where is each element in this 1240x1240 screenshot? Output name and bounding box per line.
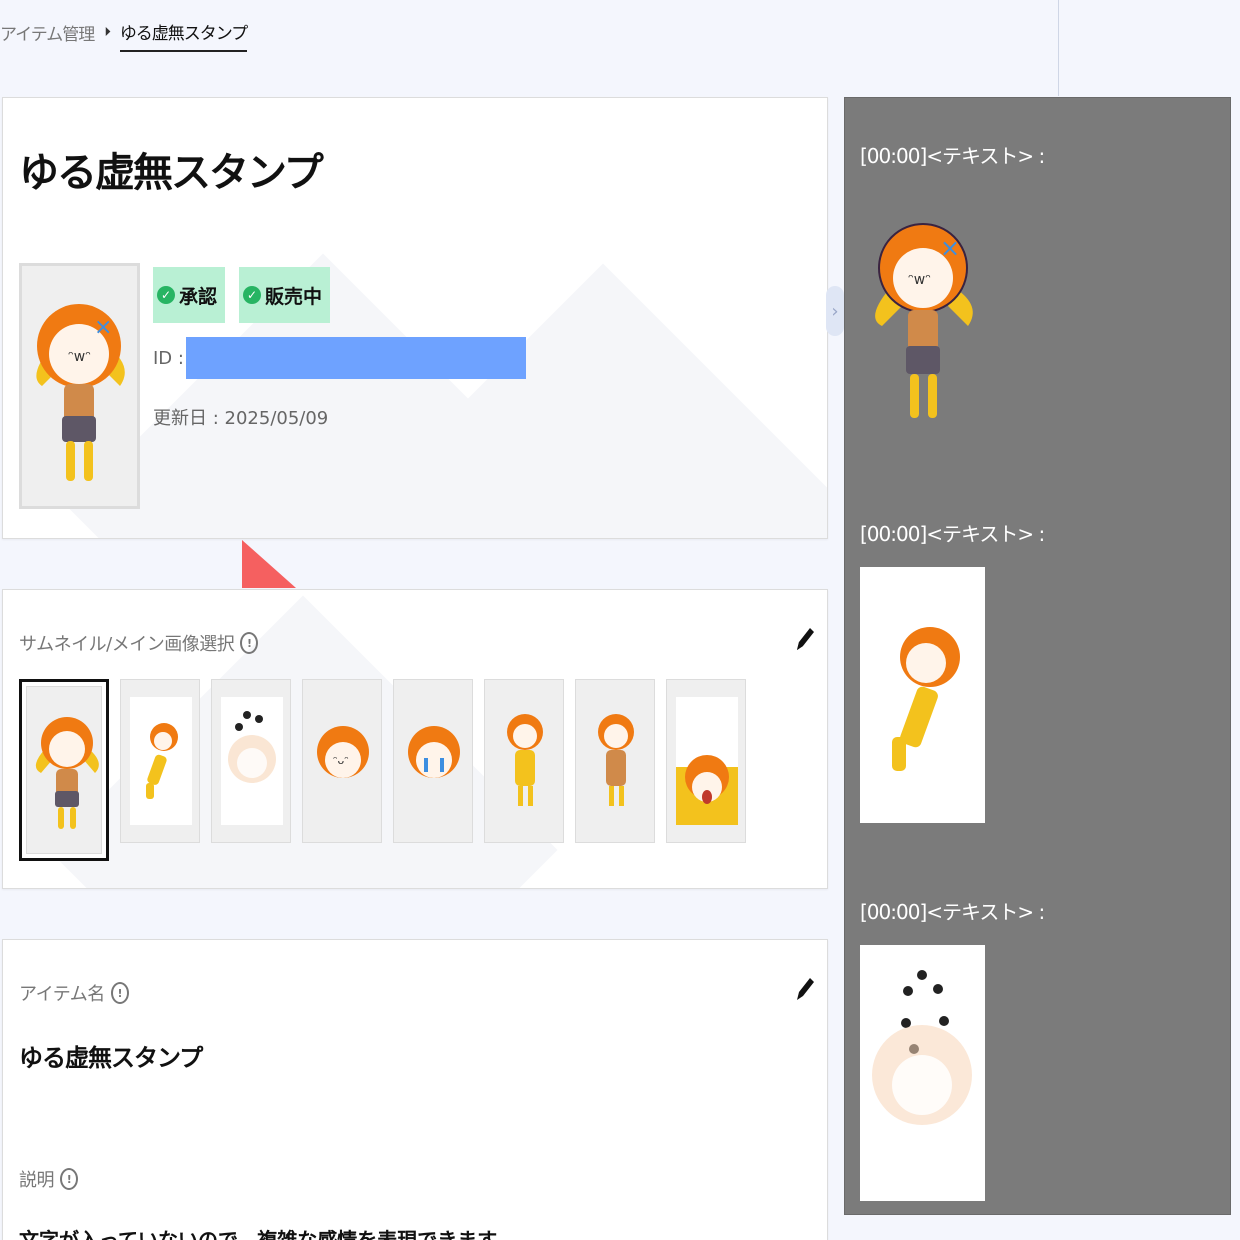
thumbnail-image bbox=[598, 714, 634, 806]
thumbnail-item[interactable] bbox=[666, 679, 746, 843]
breadcrumb-item-management[interactable]: アイテム管理 bbox=[0, 20, 95, 45]
description-value: 文字が入っていないので、複雑な感情を表現できます。 bbox=[19, 1228, 516, 1240]
badge-label: 販売中 bbox=[265, 285, 323, 308]
page-title: ゆる虚無スタンプ bbox=[19, 150, 324, 196]
updated-date: 更新日 : 2025/05/09 bbox=[153, 408, 329, 429]
item-name-card: アイテム名 ! ゆる虚無スタンプ 説明 ! 文字が入っていないので、複雑な感情を… bbox=[2, 939, 828, 1240]
item-name-value: ゆる虚無スタンプ bbox=[19, 1044, 203, 1072]
item-name-section-label: アイテム名 ! bbox=[19, 980, 129, 1006]
pencil-icon[interactable] bbox=[793, 624, 817, 652]
svg-text:ᵔwᵔ: ᵔwᵔ bbox=[908, 272, 931, 288]
breadcrumb-current: ゆる虚無スタンプ bbox=[119, 19, 248, 52]
decorative-triangle bbox=[242, 540, 296, 588]
chat-preview-panel: [00:00]<テキスト> : ᵔwᵔ × [00:00]<テキスト> : [0… bbox=[844, 97, 1231, 1215]
thumbnail-image bbox=[130, 697, 192, 825]
thumbnail-item[interactable] bbox=[484, 679, 564, 843]
pencil-icon[interactable] bbox=[793, 974, 817, 1002]
info-icon[interactable]: ! bbox=[60, 1168, 78, 1190]
item-id-row: ID : bbox=[153, 337, 526, 379]
thumbnail-image bbox=[221, 697, 283, 825]
thumbnail-item[interactable] bbox=[575, 679, 655, 843]
chat-stamp-image bbox=[860, 567, 985, 823]
thumbnail-image bbox=[26, 686, 102, 854]
svg-text:×: × bbox=[94, 315, 112, 340]
thumbnail-item[interactable] bbox=[211, 679, 291, 843]
thumbnail-item[interactable] bbox=[120, 679, 200, 843]
status-badges: ✓ 承認 ✓ 販売中 bbox=[153, 267, 331, 323]
check-circle-icon: ✓ bbox=[243, 286, 262, 304]
info-icon[interactable]: ! bbox=[110, 982, 129, 1004]
svg-text:ᵔwᵔ: ᵔwᵔ bbox=[68, 349, 91, 365]
info-icon[interactable]: ! bbox=[240, 632, 259, 654]
thumbnail-image bbox=[676, 697, 738, 825]
chat-message-label: [00:00]<テキスト> : bbox=[860, 900, 1045, 924]
thumbnail-item[interactable]: ᵔᴗᵔ bbox=[302, 679, 382, 843]
chat-stamp-image: ᵔwᵔ × bbox=[860, 198, 985, 438]
item-info-card: ゆる虚無スタンプ ᵔwᵔ × ✓ 承認 ✓ 販売中 ID : 更新日 : 202… bbox=[2, 97, 828, 539]
check-circle-icon: ✓ bbox=[157, 286, 175, 304]
thumbnail-select-card: サムネイル/メイン画像選択 ! ᵔᴗᵔ bbox=[2, 589, 828, 889]
id-label: ID : bbox=[153, 347, 184, 369]
svg-text:ᵔᴗᵔ: ᵔᴗᵔ bbox=[333, 754, 349, 767]
thumbnail-item[interactable] bbox=[19, 679, 109, 861]
chevron-right-icon[interactable]: › bbox=[826, 286, 844, 336]
thumbnail-image bbox=[408, 726, 460, 778]
thumbnail-list: ᵔᴗᵔ bbox=[19, 679, 746, 861]
description-label-text: 説明 bbox=[19, 1170, 55, 1191]
breadcrumb: アイテム管理 ⏵ ゆる虚無スタンプ bbox=[0, 14, 248, 52]
item-name-label-text: アイテム名 bbox=[19, 984, 105, 1005]
thumbnail-item[interactable] bbox=[393, 679, 473, 843]
thumbnail-label-text: サムネイル/メイン画像選択 bbox=[19, 634, 235, 655]
id-redacted-value bbox=[185, 337, 526, 379]
thumbnail-image: ᵔᴗᵔ bbox=[317, 726, 369, 778]
status-badge-on-sale: ✓ 販売中 bbox=[239, 267, 331, 323]
thumbnail-section-label: サムネイル/メイン画像選択 ! bbox=[19, 630, 259, 656]
status-badge-approved: ✓ 承認 bbox=[153, 267, 226, 323]
breadcrumb-separator-icon: ⏵ bbox=[104, 24, 110, 40]
chat-message-label: [00:00]<テキスト> : bbox=[860, 522, 1045, 546]
main-image: ᵔwᵔ × bbox=[19, 263, 140, 509]
svg-text:×: × bbox=[940, 234, 960, 262]
divider bbox=[1058, 0, 1059, 96]
chat-stamp-image bbox=[860, 945, 985, 1201]
chat-message-label: [00:00]<テキスト> : bbox=[860, 144, 1045, 168]
thumbnail-image bbox=[507, 714, 543, 806]
badge-label: 承認 bbox=[179, 285, 218, 308]
description-section-label: 説明 ! bbox=[19, 1166, 78, 1192]
